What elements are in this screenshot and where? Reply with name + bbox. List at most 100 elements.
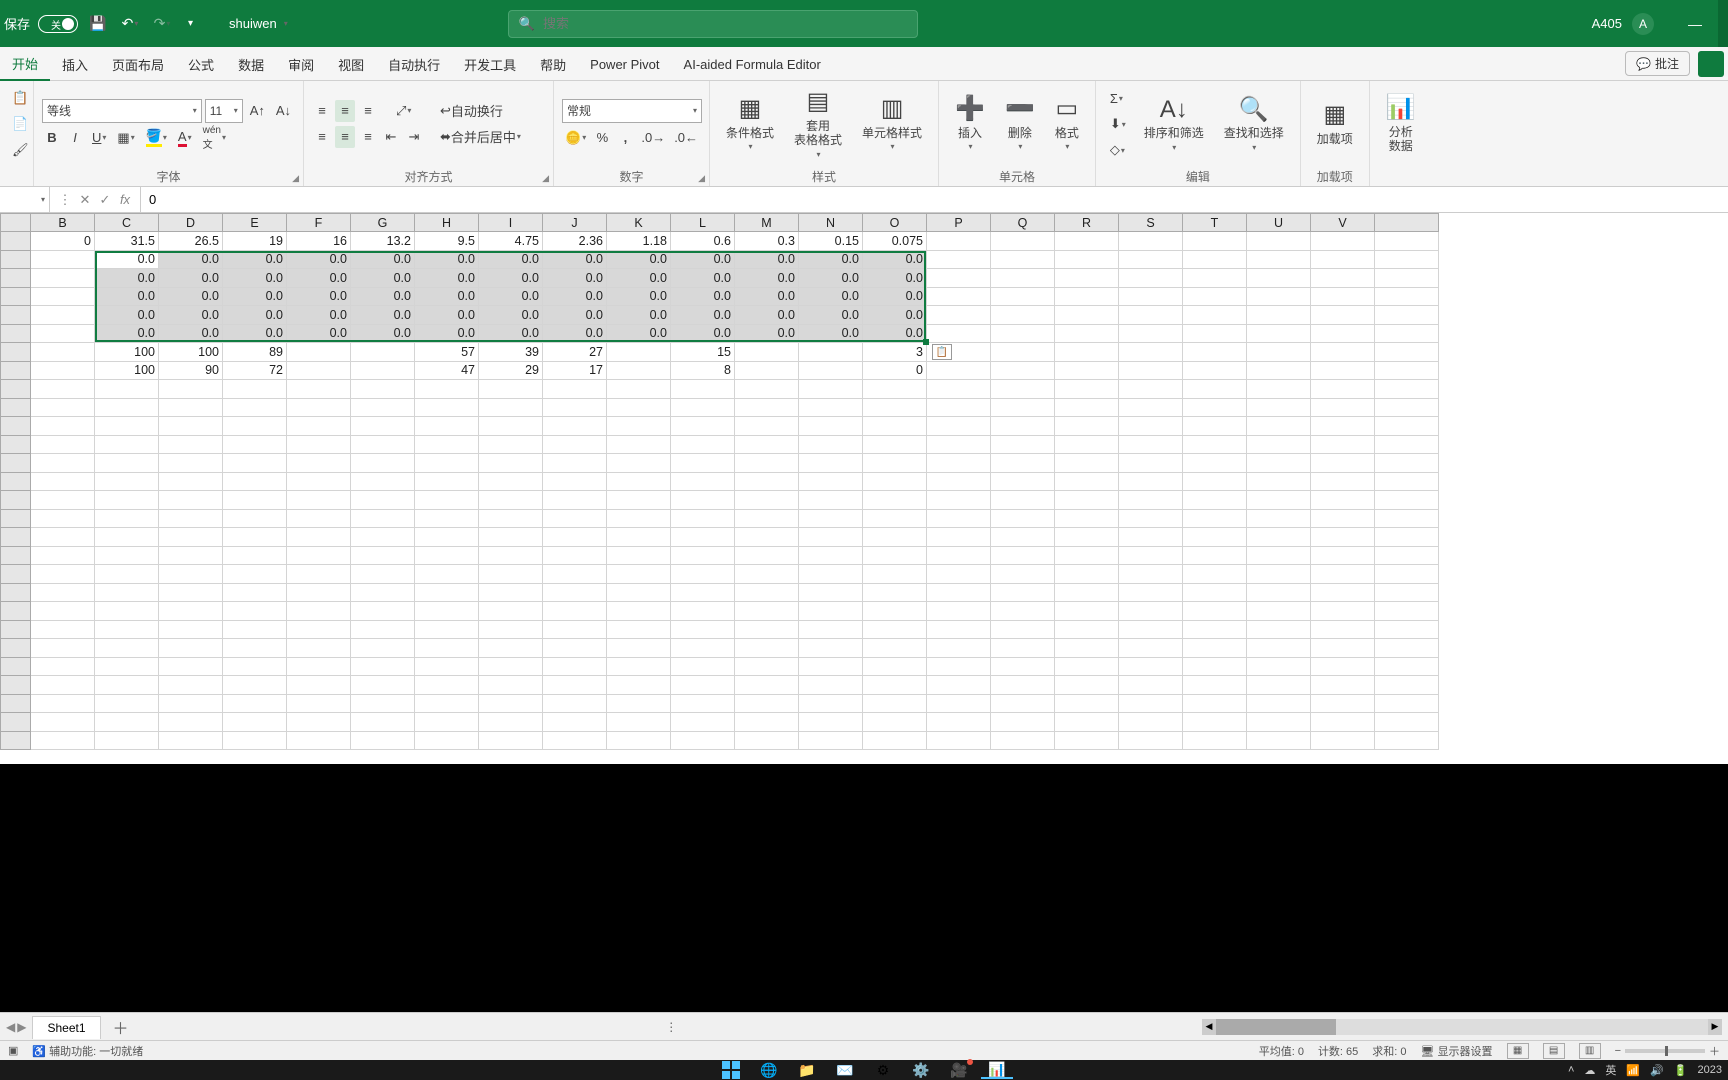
grid-cell[interactable] xyxy=(863,398,927,417)
grid-cell[interactable] xyxy=(799,417,863,436)
grid-cell[interactable] xyxy=(735,731,799,750)
grid-cell[interactable] xyxy=(1183,232,1247,251)
ribbon-tab-11[interactable]: AI-aided Formula Editor xyxy=(672,47,833,81)
ribbon-tab-10[interactable]: Power Pivot xyxy=(578,47,671,81)
grid-cell[interactable] xyxy=(863,472,927,491)
ribbon-tab-7[interactable]: 自动执行 xyxy=(376,47,452,81)
row-header[interactable] xyxy=(1,343,31,362)
grid-cell[interactable] xyxy=(351,676,415,695)
start-button[interactable] xyxy=(715,1061,747,1079)
grid-cell[interactable] xyxy=(991,454,1055,473)
excel-taskbar-icon[interactable]: 📊 xyxy=(981,1061,1013,1079)
grid-cell[interactable] xyxy=(479,380,543,399)
grid-cell[interactable] xyxy=(479,620,543,639)
grid-cell[interactable] xyxy=(991,306,1055,325)
grid-cell[interactable] xyxy=(671,435,735,454)
grid-cell[interactable] xyxy=(1183,472,1247,491)
copy-icon[interactable]: 📄 xyxy=(8,113,33,135)
grid-cell[interactable] xyxy=(799,731,863,750)
grid-cell[interactable]: 27 xyxy=(543,343,607,362)
grid-cell[interactable] xyxy=(287,713,351,732)
zoom-in-icon[interactable]: ＋ xyxy=(1709,1043,1720,1059)
grid-cell[interactable] xyxy=(1375,454,1439,473)
grid-cell[interactable]: 0 xyxy=(863,361,927,380)
grid-cell[interactable] xyxy=(735,472,799,491)
grid-cell[interactable] xyxy=(479,491,543,510)
grid-cell[interactable] xyxy=(1375,565,1439,584)
grid-cell[interactable] xyxy=(1247,491,1311,510)
grid-cell[interactable] xyxy=(927,454,991,473)
grid-cell[interactable] xyxy=(1247,454,1311,473)
tray-chevron-icon[interactable]: ˄ xyxy=(1568,1064,1574,1076)
grid-cell[interactable] xyxy=(607,343,671,362)
row-header[interactable] xyxy=(1,324,31,343)
grid-cell[interactable] xyxy=(1375,398,1439,417)
zoom-slider[interactable] xyxy=(1625,1049,1705,1053)
grid-cell[interactable] xyxy=(1183,565,1247,584)
grid-cell[interactable] xyxy=(991,361,1055,380)
grid-cell[interactable] xyxy=(1311,417,1375,436)
grid-cell[interactable] xyxy=(479,398,543,417)
grid-cell[interactable] xyxy=(607,602,671,621)
grid-cell[interactable]: 0.0 xyxy=(671,324,735,343)
orientation-icon[interactable]: ⤢▾ xyxy=(392,100,415,122)
grid-cell[interactable] xyxy=(799,435,863,454)
grid-cell[interactable] xyxy=(1311,639,1375,658)
grid-cell[interactable] xyxy=(95,620,159,639)
grid-cell[interactable] xyxy=(543,731,607,750)
grid-cell[interactable] xyxy=(287,435,351,454)
grid-cell[interactable] xyxy=(415,528,479,547)
file-explorer-icon[interactable]: 📁 xyxy=(791,1061,823,1079)
grid-cell[interactable] xyxy=(1311,472,1375,491)
grid-cell[interactable] xyxy=(863,583,927,602)
grid-cell[interactable]: 0.0 xyxy=(223,250,287,269)
column-header[interactable]: C xyxy=(95,214,159,232)
grid-cell[interactable] xyxy=(95,713,159,732)
phonetic-button[interactable]: wén文▾ xyxy=(199,127,230,149)
grid-cell[interactable] xyxy=(351,454,415,473)
wrap-text-button[interactable]: ↩ 自动换行 xyxy=(436,100,507,122)
row-header[interactable] xyxy=(1,546,31,565)
grid-cell[interactable] xyxy=(223,528,287,547)
grid-cell[interactable] xyxy=(991,583,1055,602)
grid-cell[interactable] xyxy=(1119,602,1183,621)
cell-styles-button[interactable]: ▥单元格样式▾ xyxy=(854,86,930,162)
grid-cell[interactable] xyxy=(1375,528,1439,547)
grid-cell[interactable]: 0.0 xyxy=(223,324,287,343)
grid-cell[interactable] xyxy=(1247,602,1311,621)
grid-cell[interactable] xyxy=(31,546,95,565)
grid-cell[interactable] xyxy=(1375,620,1439,639)
grid-cell[interactable] xyxy=(415,509,479,528)
row-header[interactable] xyxy=(1,639,31,658)
grid-cell[interactable] xyxy=(351,380,415,399)
grid-cell[interactable] xyxy=(415,731,479,750)
grid-cell[interactable] xyxy=(1119,491,1183,510)
row-header[interactable] xyxy=(1,491,31,510)
font-size-combo[interactable]: 11▾ xyxy=(205,99,243,123)
grid-cell[interactable] xyxy=(1375,232,1439,251)
grid-cell[interactable] xyxy=(159,676,223,695)
grid-cell[interactable]: 8 xyxy=(671,361,735,380)
grid-cell[interactable]: 0.0 xyxy=(543,250,607,269)
grid-cell[interactable] xyxy=(415,417,479,436)
grid-cell[interactable] xyxy=(607,454,671,473)
grid-cell[interactable] xyxy=(415,491,479,510)
grid-cell[interactable] xyxy=(1247,287,1311,306)
grid-cell[interactable]: 0.0 xyxy=(95,324,159,343)
grid-cell[interactable] xyxy=(607,546,671,565)
grid-cell[interactable] xyxy=(607,565,671,584)
grid-cell[interactable] xyxy=(415,380,479,399)
grid-cell[interactable]: 0.0 xyxy=(799,324,863,343)
grid-cell[interactable] xyxy=(287,343,351,362)
grid-cell[interactable] xyxy=(31,417,95,436)
column-header[interactable]: P xyxy=(927,214,991,232)
grid-cell[interactable] xyxy=(223,676,287,695)
column-header[interactable]: O xyxy=(863,214,927,232)
grid-cell[interactable] xyxy=(95,583,159,602)
grid-cell[interactable]: 0.0 xyxy=(799,287,863,306)
grid-cell[interactable] xyxy=(735,620,799,639)
grid-cell[interactable]: 2.36 xyxy=(543,232,607,251)
analyze-data-button[interactable]: 📊分析 数据 xyxy=(1378,86,1424,162)
grid-cell[interactable] xyxy=(415,583,479,602)
grid-cell[interactable] xyxy=(351,509,415,528)
